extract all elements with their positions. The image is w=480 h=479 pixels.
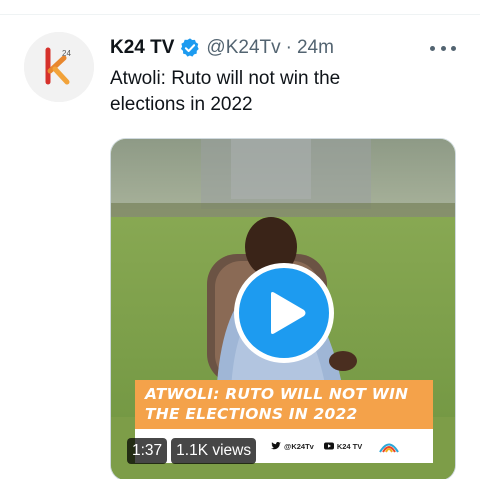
twitter-bird-icon (271, 442, 281, 450)
more-options-icon[interactable] (430, 38, 456, 58)
video-player[interactable]: ATWOLI: RUTO WILL NOT WIN THE ELECTIONS … (110, 138, 456, 479)
timestamp[interactable]: 24m (297, 37, 334, 59)
top-divider (0, 0, 480, 15)
tweet[interactable]: 24 K24 TV @K24Tv · 24m Atwoli: Ruto will… (0, 16, 480, 479)
separator-dot: · (285, 37, 292, 58)
verified-badge-icon (179, 37, 201, 59)
tweet-text: Atwoli: Ruto will not win the elections … (110, 66, 450, 118)
display-name[interactable]: K24 TV (110, 37, 174, 59)
banner-line: ATWOLI: RUTO WILL NOT WIN (145, 385, 409, 403)
avatar[interactable]: 24 (24, 32, 94, 102)
video-duration: 1:37 (127, 438, 168, 464)
strip-youtube-name: K24 TV (336, 441, 363, 451)
avatar-logo-sup: 24 (62, 49, 71, 58)
strip-twitter-handle: @K24Tv (284, 441, 314, 451)
tweet-header: K24 TV @K24Tv · 24m (110, 36, 334, 60)
banner-line: THE ELECTIONS IN 2022 (145, 405, 358, 423)
video-caption-banner: ATWOLI: RUTO WILL NOT WIN THE ELECTIONS … (135, 380, 433, 429)
youtube-icon (323, 442, 334, 450)
k24-logo-icon: 24 (24, 32, 94, 102)
play-icon (271, 292, 306, 334)
tweet-text-line: elections in 2022 (110, 94, 253, 115)
handle[interactable]: @K24Tv (206, 37, 280, 59)
strip-twitter: @K24Tv (271, 442, 314, 451)
tweet-text-line: Atwoli: Ruto will not win the (110, 68, 341, 89)
strip-youtube: K24 TV (323, 441, 363, 451)
video-views: 1.1K views (171, 438, 257, 464)
mediamax-logo-icon (379, 443, 400, 453)
play-button[interactable] (234, 263, 334, 363)
video-badges: 1:37 1.1K views (127, 438, 257, 464)
